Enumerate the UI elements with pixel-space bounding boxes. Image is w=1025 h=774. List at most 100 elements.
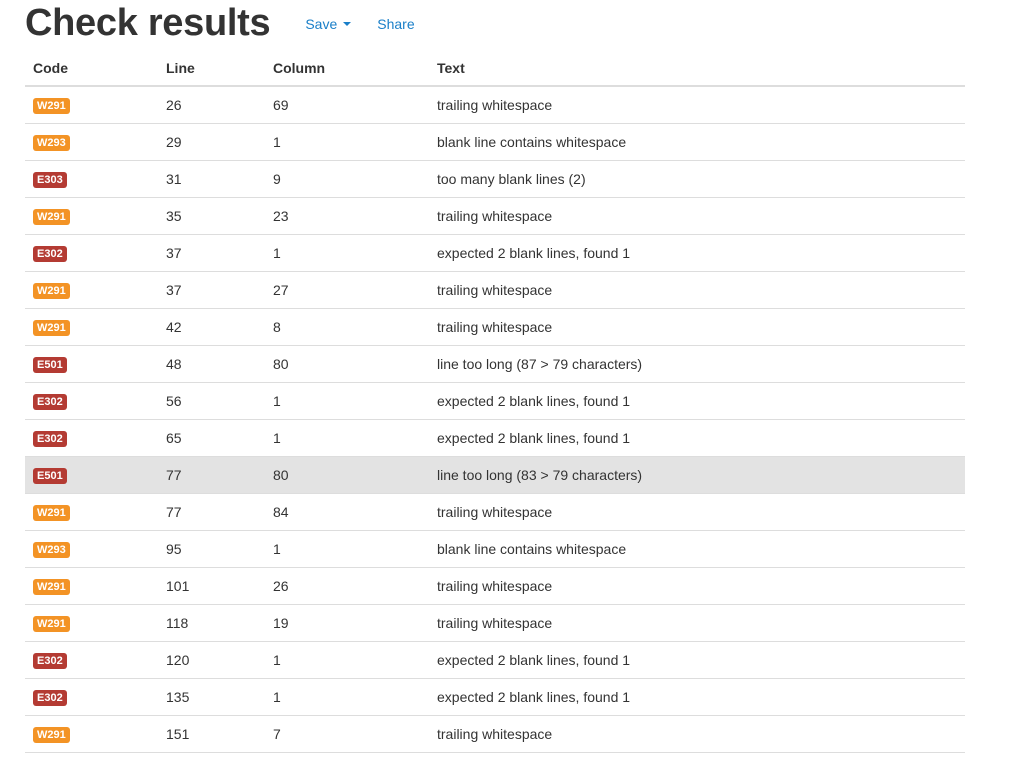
page-header: Check results Save Share <box>25 0 415 46</box>
table-row[interactable]: W293 95 1 blank line contains whitespace <box>25 530 965 568</box>
code-badge: E302 <box>33 689 67 706</box>
cell-column: 1 <box>265 234 429 272</box>
cell-line: 29 <box>158 123 265 161</box>
cell-code: W291 <box>25 271 158 309</box>
cell-text: blank line contains whitespace <box>429 530 965 568</box>
cell-code: E302 <box>25 382 158 420</box>
cell-text: expected 2 blank lines, found 1 <box>429 234 965 272</box>
code-badge: E501 <box>33 356 67 373</box>
cell-line: 37 <box>158 271 265 309</box>
share-link[interactable]: Share <box>377 16 414 32</box>
cell-column: 26 <box>265 567 429 605</box>
table-row[interactable]: W291 37 27 trailing whitespace <box>25 271 965 309</box>
table-row[interactable]: W291 101 26 trailing whitespace <box>25 567 965 605</box>
table-row[interactable]: W293 29 1 blank line contains whitespace <box>25 123 965 161</box>
code-badge: W293 <box>33 541 70 558</box>
caret-down-icon <box>343 22 352 26</box>
column-header-text[interactable]: Text <box>429 50 965 87</box>
table-row[interactable]: E302 120 1 expected 2 blank lines, found 1 <box>25 641 965 679</box>
cell-code: W291 <box>25 308 158 346</box>
cell-line: 120 <box>158 641 265 679</box>
cell-code: E303 <box>25 160 158 198</box>
table-row[interactable]: W291 35 23 trailing whitespace <box>25 197 965 235</box>
cell-column: 27 <box>265 271 429 309</box>
column-header-column[interactable]: Column <box>265 50 429 87</box>
cell-text: trailing whitespace <box>429 271 965 309</box>
code-badge: W291 <box>33 97 70 114</box>
cell-code: E302 <box>25 678 158 716</box>
table-row[interactable]: E501 77 80 line too long (83 > 79 character… <box>25 456 965 494</box>
cell-column: 9 <box>265 160 429 198</box>
cell-code: E501 <box>25 456 158 494</box>
table-row[interactable]: E302 65 1 expected 2 blank lines, found 1 <box>25 419 965 457</box>
code-badge: W293 <box>33 134 70 151</box>
code-badge: E302 <box>33 245 67 262</box>
code-badge: W291 <box>33 726 70 743</box>
cell-code: E501 <box>25 345 158 383</box>
code-badge: E302 <box>33 430 67 447</box>
cell-column: 19 <box>265 604 429 642</box>
cell-text: expected 2 blank lines, found 1 <box>429 382 965 420</box>
cell-line: 101 <box>158 567 265 605</box>
cell-code: E302 <box>25 234 158 272</box>
cell-line: 151 <box>158 715 265 753</box>
cell-text: expected 2 blank lines, found 1 <box>429 641 965 679</box>
table-row[interactable]: W291 42 8 trailing whitespace <box>25 308 965 346</box>
cell-column: 1 <box>265 123 429 161</box>
cell-line: 37 <box>158 234 265 272</box>
cell-text: trailing whitespace <box>429 715 965 753</box>
cell-line: 56 <box>158 382 265 420</box>
table-row[interactable]: W291 118 19 trailing whitespace <box>25 604 965 642</box>
cell-column: 1 <box>265 530 429 568</box>
cell-code: W291 <box>25 86 158 124</box>
cell-line: 77 <box>158 493 265 531</box>
cell-code: W291 <box>25 715 158 753</box>
table-row[interactable]: W291 77 84 trailing whitespace <box>25 493 965 531</box>
table-row[interactable]: W291 26 69 trailing whitespace <box>25 86 965 124</box>
code-badge: E501 <box>33 467 67 484</box>
cell-code: E302 <box>25 641 158 679</box>
cell-line: 95 <box>158 530 265 568</box>
results-table: Code Line Column Text W291 26 69 trailing w… <box>25 50 965 753</box>
cell-text: line too long (87 > 79 characters) <box>429 345 965 383</box>
cell-code: W291 <box>25 197 158 235</box>
code-badge: E302 <box>33 393 67 410</box>
code-badge: E302 <box>33 652 67 669</box>
code-badge: W291 <box>33 208 70 225</box>
cell-code: W293 <box>25 530 158 568</box>
cell-code: W293 <box>25 123 158 161</box>
save-dropdown-button[interactable]: Save <box>305 16 352 32</box>
header-actions: Save Share <box>305 16 414 32</box>
results-table-body: W291 26 69 trailing whitespace W293 29 1 blank … <box>25 86 965 753</box>
cell-column: 69 <box>265 86 429 124</box>
cell-line: 135 <box>158 678 265 716</box>
column-header-code[interactable]: Code <box>25 50 158 87</box>
table-row[interactable]: E302 56 1 expected 2 blank lines, found 1 <box>25 382 965 420</box>
cell-column: 80 <box>265 456 429 494</box>
cell-text: trailing whitespace <box>429 567 965 605</box>
code-badge: W291 <box>33 319 70 336</box>
code-badge: E303 <box>33 171 67 188</box>
column-header-line[interactable]: Line <box>158 50 265 87</box>
cell-column: 1 <box>265 678 429 716</box>
cell-line: 65 <box>158 419 265 457</box>
cell-code: E302 <box>25 419 158 457</box>
table-row[interactable]: E303 31 9 too many blank lines (2) <box>25 160 965 198</box>
results-table-head: Code Line Column Text <box>25 50 965 87</box>
table-row[interactable]: W291 151 7 trailing whitespace <box>25 715 965 753</box>
table-row[interactable]: E302 135 1 expected 2 blank lines, found 1 <box>25 678 965 716</box>
cell-line: 48 <box>158 345 265 383</box>
cell-column: 1 <box>265 382 429 420</box>
cell-text: trailing whitespace <box>429 197 965 235</box>
cell-text: trailing whitespace <box>429 308 965 346</box>
cell-column: 80 <box>265 345 429 383</box>
code-badge: W291 <box>33 282 70 299</box>
code-badge: W291 <box>33 615 70 632</box>
cell-text: line too long (83 > 79 characters) <box>429 456 965 494</box>
cell-text: too many blank lines (2) <box>429 160 965 198</box>
code-badge: W291 <box>33 504 70 521</box>
cell-text: trailing whitespace <box>429 86 965 124</box>
table-row[interactable]: E302 37 1 expected 2 blank lines, found 1 <box>25 234 965 272</box>
save-label: Save <box>305 16 338 32</box>
table-row[interactable]: E501 48 80 line too long (87 > 79 character… <box>25 345 965 383</box>
